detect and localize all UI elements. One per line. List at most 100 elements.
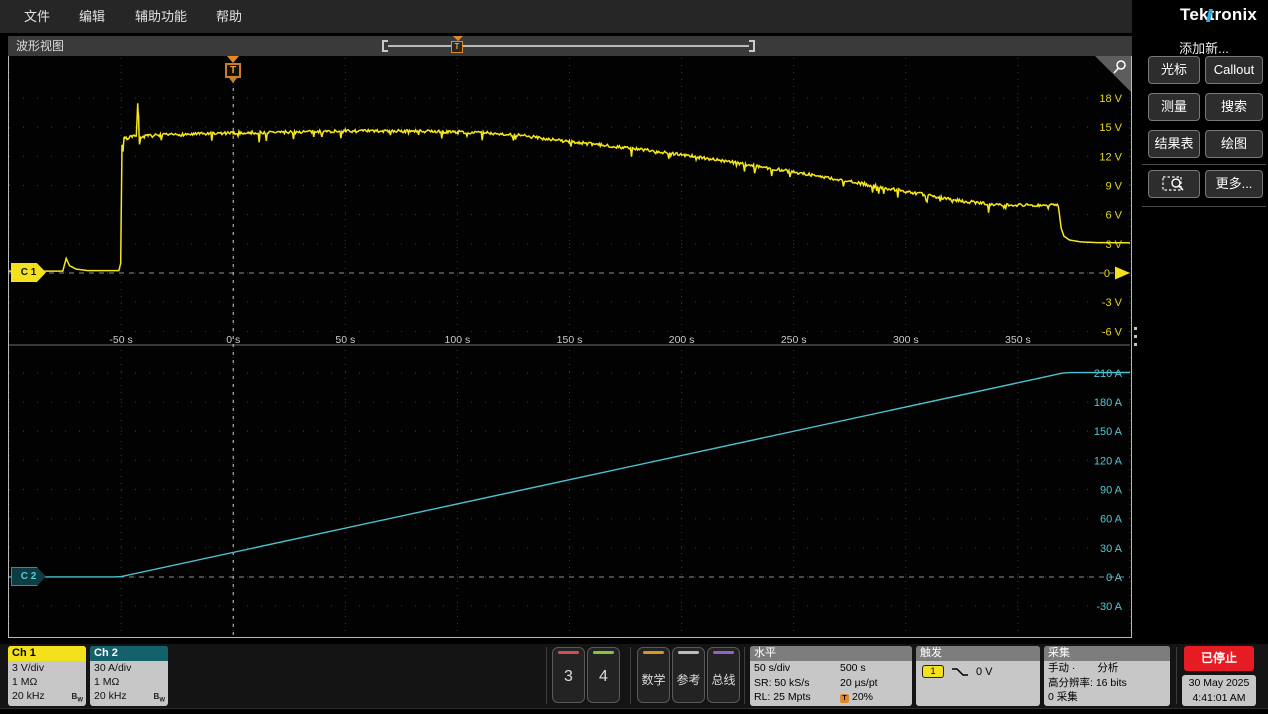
datetime-display[interactable]: 30 May 2025 4:41:01 AM [1182, 675, 1256, 706]
minimap-trigger-handle[interactable]: T [451, 36, 464, 53]
channel2-scale: 30 A/div [94, 662, 132, 674]
svg-text:60 A: 60 A [1100, 514, 1123, 526]
svg-text:120 A: 120 A [1094, 455, 1123, 467]
minimap-handle-label: T [451, 41, 463, 53]
time-per-point: 20 µs/pt [840, 676, 878, 689]
waveform-window: 波形视图 T -50 s 0 s 50 s 100 s 150 s 200 s 250 s 3… [8, 36, 1132, 638]
svg-text:150 s: 150 s [557, 334, 583, 346]
menu-file[interactable]: 文件 [24, 0, 50, 33]
channel4-color-stripe [593, 651, 614, 654]
horizontal-position-minimap[interactable]: T [382, 36, 755, 53]
cursor-button[interactable]: 光标 [1148, 56, 1200, 84]
channel4-button[interactable]: 4 [587, 647, 620, 703]
sidebar-separator [1142, 206, 1266, 207]
measure-button[interactable]: 测量 [1148, 93, 1200, 121]
bus-color-stripe [713, 651, 734, 654]
graticule-area[interactable]: -50 s 0 s 50 s 100 s 150 s 200 s 250 s 300 s 350… [8, 56, 1132, 638]
sample-rate: SR: 50 kS/s [754, 676, 810, 689]
channel3-button-label: 3 [564, 668, 573, 685]
svg-text:210 A: 210 A [1094, 368, 1123, 380]
channel4-button-label: 4 [599, 668, 608, 685]
svg-text:90 A: 90 A [1100, 485, 1123, 497]
svg-text:6 V: 6 V [1105, 210, 1122, 222]
svg-text:-6 V: -6 V [1102, 326, 1123, 338]
zoom-area-button[interactable] [1148, 170, 1200, 198]
trigger-marker-pointer [229, 78, 237, 83]
svg-text:0: 0 [1104, 268, 1110, 280]
axis-labels: -50 s 0 s 50 s 100 s 150 s 200 s 250 s 300 s 350… [109, 93, 1122, 613]
svg-text:-50 s: -50 s [109, 334, 132, 346]
trigger-position: T 20% [840, 690, 908, 705]
svg-text:0 A: 0 A [1106, 572, 1123, 584]
channel2-badge[interactable]: Ch 2 30 A/div 1 MΩ 20 kHz BW [90, 646, 168, 706]
horizontal-panel[interactable]: 水平 50 s/div 500 s SR: 50 kS/s 20 µs/pt RL:… [750, 646, 912, 706]
trigger-panel[interactable]: 触发 1 0 V [916, 646, 1040, 706]
acquisition-mode: 手动 · [1048, 662, 1076, 674]
splitter-grip[interactable] [1134, 327, 1138, 349]
add-new-title: 添加新... [1179, 41, 1229, 56]
time-text: 4:41:01 AM [1192, 692, 1246, 704]
divider [630, 647, 631, 704]
menu-edit[interactable]: 编辑 [79, 0, 105, 33]
plot-button[interactable]: 绘图 [1205, 130, 1263, 158]
trigger-position-marker[interactable]: T [224, 56, 242, 86]
channel1-badge[interactable]: Ch 1 3 V/div 1 MΩ 20 kHz BW [8, 646, 86, 706]
channel1-impedance: 1 MΩ [12, 676, 38, 688]
acquisition-panel[interactable]: 采集 手动 · 分析 高分辨率: 16 bits 0 采集 [1044, 646, 1170, 706]
svg-text:300 s: 300 s [893, 334, 919, 346]
svg-text:15 V: 15 V [1099, 122, 1122, 134]
waveform-plot: -50 s 0 s 50 s 100 s 150 s 200 s 250 s 300 s 350… [9, 58, 1131, 635]
trigger-position-icon: T [840, 694, 849, 703]
math-button-label: 数学 [641, 673, 666, 687]
menu-utility[interactable]: 辅助功能 [135, 0, 187, 33]
svg-text:9 V: 9 V [1105, 181, 1122, 193]
svg-text:12 V: 12 V [1099, 151, 1122, 163]
more-button[interactable]: 更多... [1205, 170, 1263, 198]
channel3-button[interactable]: 3 [552, 647, 585, 703]
channel1-scale: 3 V/div [12, 662, 45, 674]
bus-button[interactable]: 总线 [707, 647, 740, 703]
ref-button[interactable]: 参考 [672, 647, 705, 703]
date-text: 30 May 2025 [1188, 677, 1250, 689]
minimap-right-bracket [749, 40, 755, 52]
svg-text:250 s: 250 s [781, 334, 807, 346]
horizontal-window: 500 s [840, 662, 866, 674]
results-table-button[interactable]: 结果表 [1148, 130, 1200, 158]
bandwidth-limit-icon: BW [153, 692, 165, 704]
acquisition-detail: 高分辨率: 16 bits [1048, 676, 1127, 689]
tektronix-logo: Tektronix [1180, 5, 1258, 24]
svg-text:50 s: 50 s [335, 334, 355, 346]
svg-text:-3 V: -3 V [1102, 297, 1123, 309]
callout-button[interactable]: Callout [1205, 56, 1263, 84]
svg-text:-30 A: -30 A [1096, 601, 1122, 613]
ref-color-stripe [678, 651, 699, 654]
menu-help[interactable]: 帮助 [216, 0, 242, 33]
ref-button-label: 参考 [676, 673, 701, 687]
search-button[interactable]: 搜索 [1205, 93, 1263, 121]
divider [744, 647, 745, 704]
svg-text:350 s: 350 s [1005, 334, 1031, 346]
add-new-sidebar: 添加新... 光标 Callout 测量 搜索 结果表 绘图 更多... [1140, 36, 1268, 640]
math-color-stripe [643, 651, 664, 654]
trigger-marker-triangle [227, 56, 239, 63]
channel2-impedance: 1 MΩ [94, 676, 120, 688]
channel1-label: Ch 1 [8, 646, 86, 661]
svg-text:30 A: 30 A [1100, 543, 1123, 555]
falling-edge-icon [952, 667, 968, 676]
divider [546, 647, 547, 704]
svg-text:200 s: 200 s [669, 334, 695, 346]
record-length: RL: 25 Mpts [754, 691, 811, 703]
math-button[interactable]: 数学 [637, 647, 670, 703]
tab-waveform-view[interactable]: 波形视图 [16, 36, 64, 56]
run-stop-button[interactable]: 已停止 [1184, 646, 1254, 671]
channel1-zero-arrow[interactable] [1115, 266, 1130, 280]
svg-text:18 V: 18 V [1099, 93, 1122, 105]
svg-text:0 s: 0 s [226, 334, 240, 346]
graticule-grid [9, 58, 1131, 635]
sidebar-separator [1142, 164, 1266, 165]
status-bar: Ch 1 3 V/div 1 MΩ 20 kHz BW Ch 2 30 A/di… [0, 644, 1268, 708]
trigger-level: 0 V [976, 665, 993, 678]
svg-text:150 A: 150 A [1094, 426, 1123, 438]
channel3-color-stripe [558, 651, 579, 654]
svg-text:180 A: 180 A [1094, 397, 1123, 409]
